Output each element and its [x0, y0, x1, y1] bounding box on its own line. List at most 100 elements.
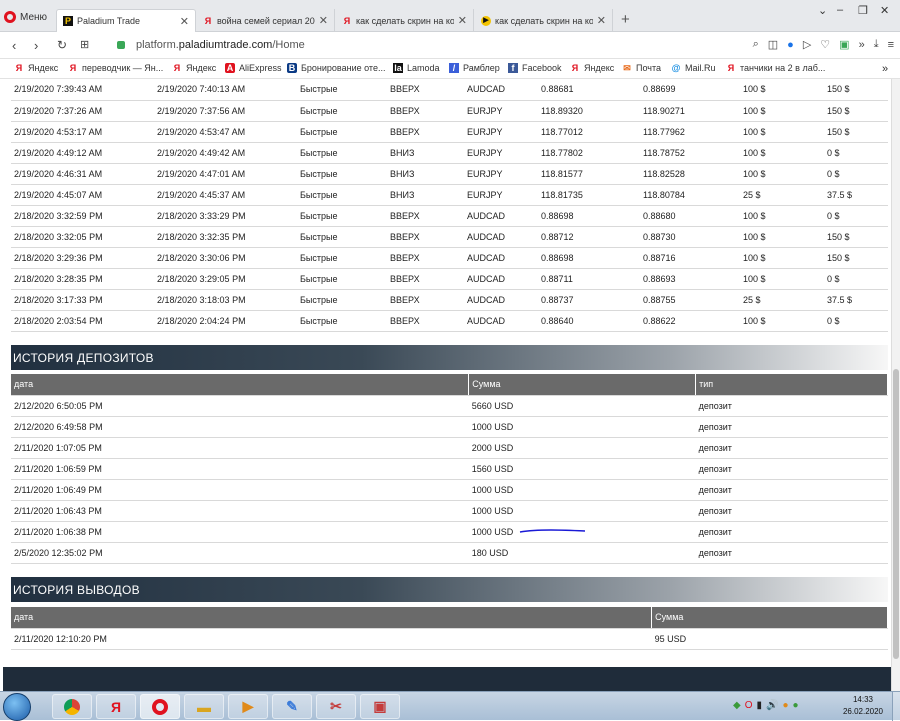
- tab-title: как сделать скрин на ком: [495, 15, 593, 26]
- snipping-tool-icon[interactable]: ✂: [316, 694, 356, 719]
- back-icon[interactable]: ‹: [12, 38, 16, 53]
- bookmark-item[interactable]: ✉ Почта: [622, 63, 661, 73]
- start-button[interactable]: [3, 693, 31, 721]
- media-player-icon[interactable]: ▶: [228, 694, 268, 719]
- search-icon[interactable]: ⌕: [753, 38, 759, 51]
- table-cell: 100 $: [740, 79, 824, 101]
- table-cell: 2/12/2020 6:50:05 PM: [11, 395, 469, 417]
- table-cell: 0.88712: [538, 226, 640, 248]
- camera-icon[interactable]: ◫: [768, 38, 778, 51]
- tab-title: Paladium Trade: [77, 16, 141, 26]
- opera-icon[interactable]: [140, 694, 180, 719]
- chrome-tray-icon[interactable]: ●: [793, 700, 799, 711]
- table-cell: 25 $: [740, 289, 824, 311]
- bookmark-label: Яндекс: [186, 63, 217, 73]
- heart-icon[interactable]: ♡: [820, 38, 830, 51]
- table-cell: 150 $: [824, 121, 888, 143]
- deposits-section-title: ИСТОРИЯ ДЕПОЗИТОВ: [11, 345, 888, 370]
- volume-icon[interactable]: 🔊: [766, 700, 778, 711]
- close-icon[interactable]: ✕: [597, 14, 606, 27]
- more-bookmarks-icon[interactable]: »: [882, 63, 888, 75]
- bookmark-item[interactable]: Я Яндекс: [570, 63, 615, 73]
- bookmark-label: Lamoda: [407, 63, 440, 73]
- url-field[interactable]: platform.paladiumtrade.com/Home: [136, 39, 305, 51]
- table-row: 2/19/2020 7:37:26 AM 2/19/2020 7:37:56 AM…: [11, 100, 888, 122]
- table-row: 2/19/2020 4:45:07 AM 2/19/2020 4:45:37 AM…: [11, 184, 888, 206]
- bookmark-item[interactable]: A AliExpress: [225, 63, 282, 73]
- close-window-button[interactable]: ✕: [880, 4, 889, 17]
- scrollbar[interactable]: [891, 79, 900, 691]
- table-cell: 100 $: [740, 121, 824, 143]
- minimize-button[interactable]: –: [837, 4, 843, 16]
- bookmark-item[interactable]: la Lamoda: [393, 63, 440, 73]
- bookmark-item[interactable]: Я Яндекс: [14, 63, 59, 73]
- bookmark-item[interactable]: Япереводчик — Ян...: [68, 63, 164, 73]
- opera-tray-icon[interactable]: O: [745, 700, 753, 711]
- table-header-row: дата Сумма тип: [11, 374, 888, 396]
- bookmark-item[interactable]: / Рамблер: [449, 63, 500, 73]
- bookmark-item[interactable]: Ятанчики на 2 в лаб...: [726, 63, 826, 73]
- table-cell: Быстрые: [297, 163, 387, 185]
- bookmark-label: AliExpress: [239, 63, 282, 73]
- menu-lines-icon[interactable]: ≡: [888, 39, 894, 51]
- tab-yandex-screenshot[interactable]: Я как сделать скрин на ком ✕: [336, 9, 474, 32]
- tray-icon[interactable]: ◆: [733, 700, 741, 711]
- opera-menu-button[interactable]: Меню: [4, 8, 47, 26]
- table-cell: депозит: [695, 458, 888, 480]
- paint-icon[interactable]: ✎: [272, 694, 312, 719]
- table-cell: 100 $: [740, 268, 824, 290]
- language-icon[interactable]: ●: [782, 700, 788, 711]
- bookmark-item[interactable]: B Бронирование оте...: [287, 63, 385, 73]
- tab-title: война семей сериал 2019: [217, 15, 315, 26]
- column-header: дата: [11, 374, 470, 396]
- close-icon[interactable]: ✕: [180, 15, 189, 28]
- table-cell: 37.5 $: [824, 184, 888, 206]
- table-cell: 150 $: [824, 79, 888, 101]
- table-cell: 118.77962: [640, 121, 740, 143]
- tab-youtube-screenshot[interactable]: ▶ как сделать скрин на ком ✕: [475, 9, 613, 32]
- table-cell: ВВЕРХ: [387, 247, 464, 269]
- tab-paladium[interactable]: P Paladium Trade ✕: [56, 9, 196, 32]
- bookmark-item[interactable]: f Facebook: [508, 63, 562, 73]
- bookmark-icon[interactable]: ▷: [803, 38, 811, 51]
- table-cell: AUDCAD: [464, 247, 538, 269]
- table-cell: 0 $: [824, 205, 888, 227]
- table-row: 2/19/2020 4:53:17 AM 2/19/2020 4:53:47 AM…: [11, 121, 888, 143]
- yandex-browser-icon[interactable]: Я: [96, 694, 136, 719]
- table-cell: 2/18/2020 2:03:54 PM: [11, 310, 154, 332]
- tab-yandex-serial[interactable]: Я война семей сериал 2019 ✕: [197, 9, 335, 32]
- close-icon[interactable]: ✕: [458, 14, 467, 27]
- speed-dial-icon[interactable]: ⊞: [80, 38, 89, 51]
- tabs-menu-icon[interactable]: ⌄: [818, 4, 827, 17]
- table-cell: ВВЕРХ: [387, 205, 464, 227]
- scrollbar-thumb[interactable]: [893, 369, 899, 659]
- reload-icon[interactable]: ↻: [57, 38, 67, 52]
- more-icon[interactable]: »: [859, 39, 865, 51]
- table-cell: ВВЕРХ: [387, 100, 464, 122]
- table-cell: 118.77012: [538, 121, 640, 143]
- close-icon[interactable]: ✕: [319, 14, 328, 27]
- table-cell: 2/19/2020 4:46:31 AM: [11, 163, 154, 185]
- show-desktop-button[interactable]: [892, 692, 900, 721]
- bookmark-item[interactable]: @ Mail.Ru: [671, 63, 716, 73]
- bookmark-item[interactable]: Я Яндекс: [172, 63, 217, 73]
- chrome-icon[interactable]: [52, 694, 92, 719]
- clock[interactable]: 14:33 26.02.2020: [838, 694, 888, 718]
- new-tab-button[interactable]: +: [621, 11, 630, 28]
- maximize-button[interactable]: ❐: [858, 4, 868, 17]
- vpn-shield-icon[interactable]: ●: [787, 39, 794, 51]
- download-icon[interactable]: ⤓: [874, 38, 879, 51]
- extension-icon[interactable]: ▣: [839, 38, 849, 51]
- table-cell: Быстрые: [297, 184, 387, 206]
- table-cell: 118.90271: [640, 100, 740, 122]
- unknown-app-icon[interactable]: ▣: [360, 694, 400, 719]
- table-row: 2/18/2020 3:29:36 PM 2/18/2020 3:30:06 PM…: [11, 247, 888, 269]
- network-icon[interactable]: ▮: [756, 700, 762, 711]
- table-cell: 100 $: [740, 163, 824, 185]
- yandex-icon: Я: [571, 63, 579, 73]
- explorer-icon[interactable]: ▬: [184, 694, 224, 719]
- forward-icon[interactable]: ›: [34, 38, 38, 53]
- table-cell: 2/11/2020 12:10:20 PM: [11, 628, 652, 650]
- table-cell: ВВЕРХ: [387, 268, 464, 290]
- bookmark-label: Почта: [636, 63, 661, 73]
